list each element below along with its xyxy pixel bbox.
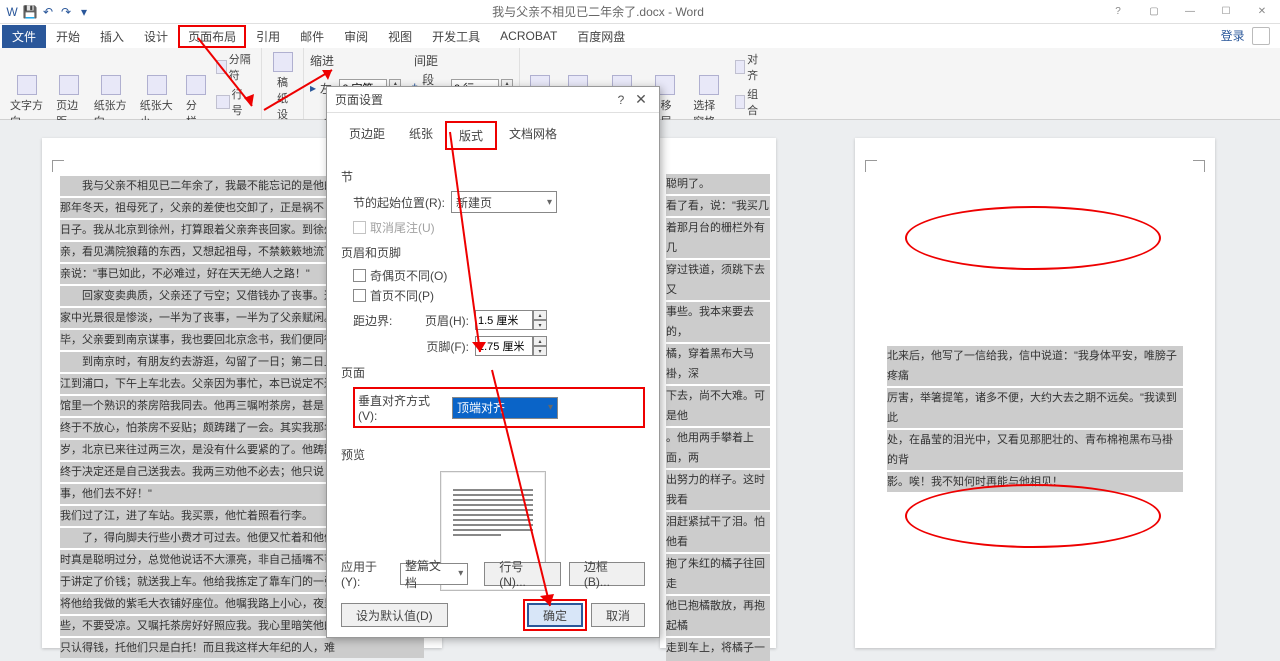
tab-design[interactable]: 设计: [134, 25, 178, 48]
dialog-close-icon[interactable]: ✕: [631, 91, 651, 108]
window-title: 我与父亲不相见已二年余了.docx - Word: [92, 3, 1104, 20]
undo-icon[interactable]: ↶: [40, 4, 56, 20]
doc-line: 抱了朱红的橘子往回走: [666, 554, 770, 594]
spacing-title: 间距: [414, 52, 438, 69]
set-default-button[interactable]: 设为默认值(D): [341, 603, 448, 627]
dialog-tab-paper[interactable]: 纸张: [397, 121, 445, 150]
login-link[interactable]: 登录: [1221, 29, 1245, 43]
minimize-icon[interactable]: —: [1176, 3, 1204, 21]
from-edge-label: 距边界:: [353, 312, 413, 329]
doc-line: 走到车上，将橘子一股脑: [666, 638, 770, 661]
annotation-ellipse-1: [905, 206, 1161, 270]
doc-line: 出努力的样子。这时我看: [666, 470, 770, 510]
tab-home[interactable]: 开始: [46, 25, 90, 48]
document-page-2: 北来后，他写了一信给我，信中说道："我身体平安，唯膀子疼痛厉害，举箸提笔，诸多不…: [855, 138, 1215, 648]
doc-line: 泪赶紧拭干了泪。怕他看: [666, 512, 770, 552]
tab-mailings[interactable]: 邮件: [290, 25, 334, 48]
line-numbers-button[interactable]: 行号: [214, 85, 255, 119]
footer-label: 页脚(F):: [419, 338, 469, 355]
hf-label: 页眉和页脚: [341, 244, 645, 261]
tab-developer[interactable]: 开发工具: [422, 25, 490, 48]
doc-line: 处，在晶莹的泪光中，又看见那肥壮的、青布棉袍黑布马褂的背: [887, 430, 1183, 470]
doc-line: 厉害，举箸提笔，诸多不便，大约大去之期不远矣。"我读到此: [887, 388, 1183, 428]
dialog-title: 页面设置: [335, 91, 611, 108]
help-icon[interactable]: ?: [1104, 3, 1132, 21]
page-label: 页面: [341, 364, 645, 381]
avatar-icon[interactable]: [1252, 27, 1270, 45]
tab-review[interactable]: 审阅: [334, 25, 378, 48]
qat-more-icon[interactable]: ▾: [76, 4, 92, 20]
doc-line: 他已抱橘散放，再抱起橘: [666, 596, 770, 636]
breaks-button[interactable]: 分隔符: [214, 50, 255, 84]
doc-line: 下去，尚不大难。可是他: [666, 386, 770, 426]
doc-line: 。他用两手攀着上面，两: [666, 428, 770, 468]
first-page-checkbox[interactable]: 首页不同(P): [353, 287, 645, 304]
indent-title: 缩进: [310, 52, 334, 69]
group-button[interactable]: 组合: [733, 85, 764, 119]
tab-insert[interactable]: 插入: [90, 25, 134, 48]
preview-label: 预览: [341, 446, 645, 463]
section-start-select[interactable]: 新建页: [451, 191, 557, 213]
dialog-tab-layout[interactable]: 版式: [445, 121, 497, 150]
doc-line: 只认得钱，托他们只是白托！而且我这样大年纪的人，难: [60, 638, 424, 658]
dialog-tab-margins[interactable]: 页边距: [337, 121, 397, 150]
align-button[interactable]: 对齐: [733, 50, 764, 84]
doc-line: 事些。我本来要去的，: [666, 302, 770, 342]
doc-line: 北来后，他写了一信给我，信中说道："我身体平安，唯膀子疼痛: [887, 346, 1183, 386]
document-page-1-right: 聪明了。看了看，说："我买几着那月台的栅栏外有几穿过铁道，须跳下去又事些。我本来…: [660, 138, 776, 648]
ok-button[interactable]: 确定: [527, 603, 583, 627]
footer-input[interactable]: [475, 336, 533, 356]
dialog-help-icon[interactable]: ?: [611, 93, 631, 107]
borders-button[interactable]: 边框(B)...: [569, 562, 645, 586]
tab-view[interactable]: 视图: [378, 25, 422, 48]
tab-page-layout[interactable]: 页面布局: [178, 25, 246, 48]
section-label: 节: [341, 168, 645, 185]
header-label: 页眉(H):: [419, 312, 469, 329]
tab-references[interactable]: 引用: [246, 25, 290, 48]
section-start-label: 节的起始位置(R):: [353, 194, 445, 211]
apply-select[interactable]: 整篇文档: [400, 563, 468, 585]
page-setup-dialog: 页面设置 ? ✕ 页边距 纸张 版式 文档网格 节 节的起始位置(R): 新建页…: [326, 86, 660, 638]
maximize-icon[interactable]: ☐: [1212, 3, 1240, 21]
doc-line: 着那月台的栅栏外有几: [666, 218, 770, 258]
tab-file[interactable]: 文件: [2, 25, 46, 48]
cancel-button[interactable]: 取消: [591, 603, 645, 627]
tab-baidu[interactable]: 百度网盘: [567, 25, 635, 48]
tab-acrobat[interactable]: ACROBAT: [490, 26, 567, 46]
dialog-tab-grid[interactable]: 文档网格: [497, 121, 569, 150]
apply-label: 应用于(Y):: [341, 558, 392, 589]
ribbon-options-icon[interactable]: ▢: [1140, 3, 1168, 21]
line-numbers-button[interactable]: 行号(N)...: [484, 562, 561, 586]
doc-line: 穿过铁道，须跳下去又: [666, 260, 770, 300]
header-input[interactable]: [475, 310, 533, 330]
annotation-ellipse-2: [905, 484, 1161, 548]
word-icon: W: [4, 4, 20, 20]
doc-line: 看了看，说："我买几: [666, 196, 770, 216]
save-icon[interactable]: 💾: [22, 4, 38, 20]
close-icon[interactable]: ✕: [1248, 3, 1276, 21]
valign-label: 垂直对齐方式(V):: [358, 392, 446, 423]
doc-line: 聪明了。: [666, 174, 770, 194]
doc-line: 橘，穿着黑布大马褂，深: [666, 344, 770, 384]
redo-icon[interactable]: ↷: [58, 4, 74, 20]
odd-even-checkbox[interactable]: 奇偶页不同(O): [353, 267, 645, 284]
valign-select[interactable]: 顶端对齐: [452, 397, 558, 419]
suppress-endnotes-checkbox[interactable]: 取消尾注(U): [353, 219, 645, 236]
